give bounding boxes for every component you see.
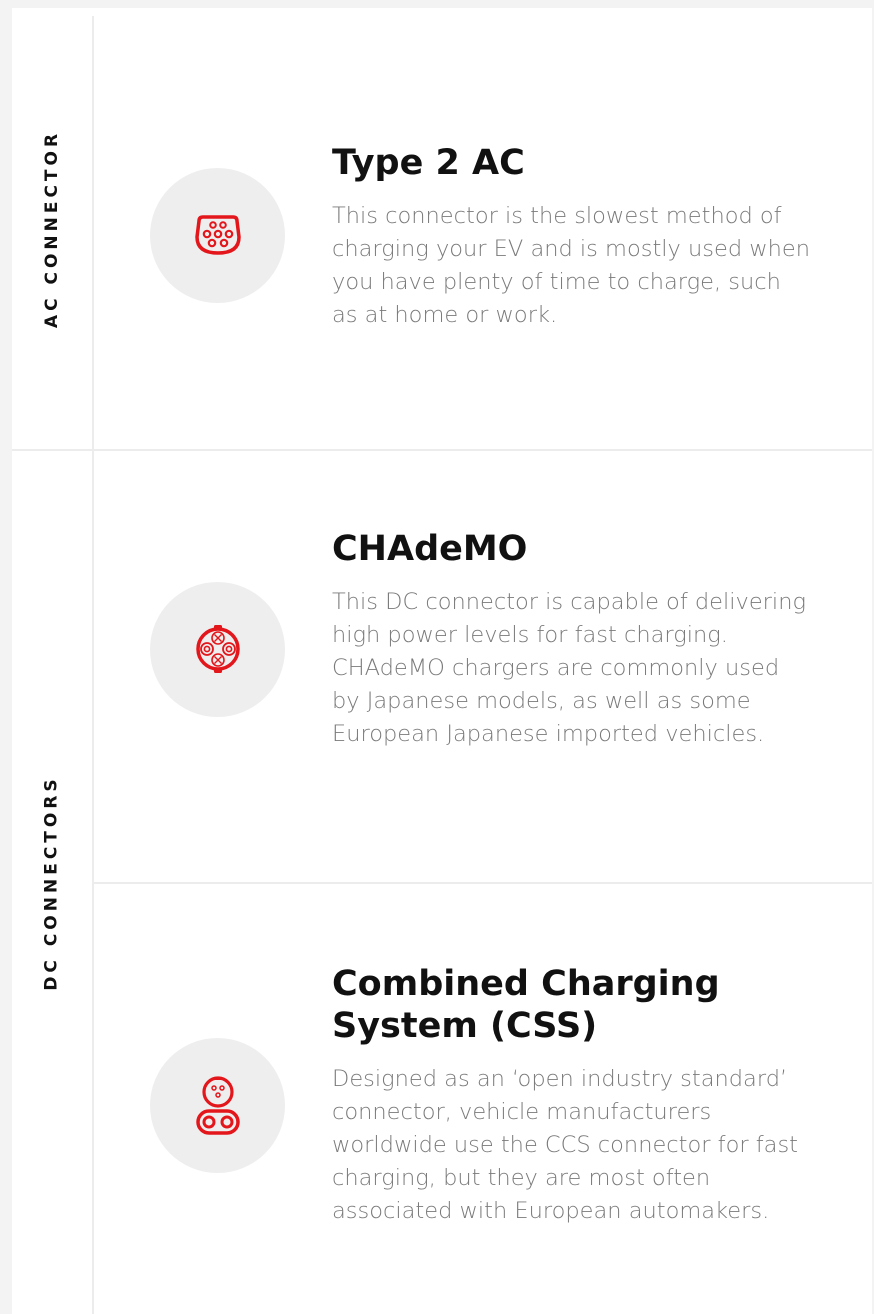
ccs-icon-circle <box>150 1038 285 1173</box>
section-divider <box>12 449 872 451</box>
type2-icon-circle <box>150 168 285 303</box>
chademo-text: CHAdeMO This DC connector is capable of … <box>332 528 832 751</box>
ccs-text: Combined Charging System (CSS) Designed … <box>332 963 832 1228</box>
type2-connector-icon <box>194 214 241 255</box>
ccs-connector-icon <box>195 1075 240 1135</box>
ac-connector-label: AC CONNECTOR <box>42 129 63 328</box>
chademo-description: This DC connector is capable of deliveri… <box>332 589 806 747</box>
row-divider <box>94 882 872 884</box>
chademo-title: CHAdeMO <box>332 529 528 569</box>
connectors-panel: AC CONNECTOR DC CONNECTORS Type 2 AC Thi… <box>12 8 872 1314</box>
type2-description: This connector is the slowest method of … <box>332 203 811 328</box>
dc-connectors-label: DC CONNECTORS <box>42 774 63 991</box>
chademo-icon-circle <box>150 582 285 717</box>
chademo-connector-icon <box>195 624 240 673</box>
ccs-title: Combined Charging System (CSS) <box>332 964 720 1046</box>
type2-title: Type 2 AC <box>332 143 525 183</box>
vertical-divider <box>92 16 94 1314</box>
ccs-description: Designed as an ‘open industry standard’ … <box>332 1066 798 1224</box>
type2-text: Type 2 AC This connector is the slowest … <box>332 142 832 332</box>
